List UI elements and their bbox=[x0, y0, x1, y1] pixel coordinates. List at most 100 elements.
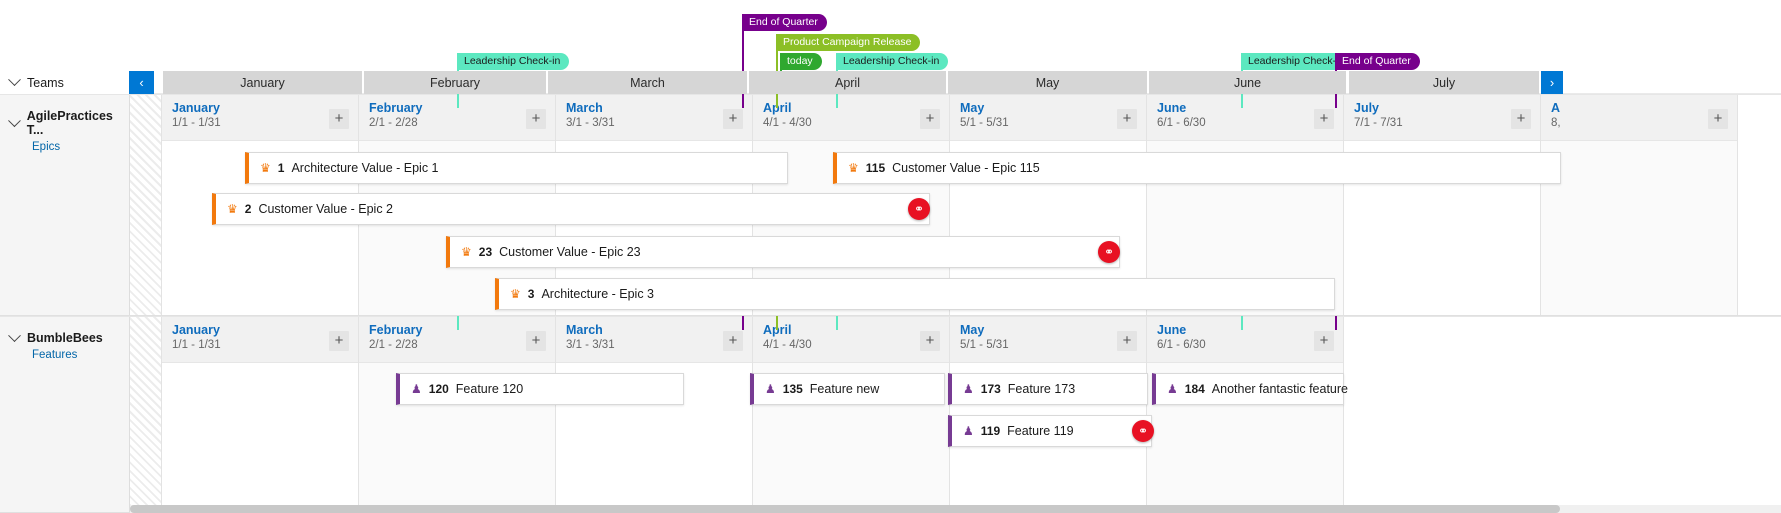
timeline-marker[interactable]: End of Quarter bbox=[742, 14, 827, 31]
add-work-item-button[interactable]: + bbox=[329, 109, 349, 129]
scroll-right-button[interactable]: › bbox=[1541, 71, 1563, 94]
work-item-title: Customer Value - Epic 23 bbox=[499, 245, 641, 259]
month-header-label: June bbox=[1233, 75, 1262, 90]
team-name-row[interactable]: AgilePractices T... bbox=[8, 109, 129, 137]
scrollbar-thumb[interactable] bbox=[130, 505, 1560, 513]
add-work-item-button[interactable]: + bbox=[1117, 109, 1137, 129]
iteration-name: July bbox=[1354, 101, 1380, 115]
iteration-lane: A 8, + bbox=[1541, 95, 1738, 315]
work-item-title: Architecture - Epic 3 bbox=[541, 287, 654, 301]
feature-card[interactable]: ♟ 173 Feature 173 bbox=[948, 373, 1148, 405]
work-item-id: 115 bbox=[865, 161, 886, 175]
add-work-item-button[interactable]: + bbox=[1314, 331, 1334, 351]
marker-label: Leadership Check-in bbox=[843, 55, 940, 67]
iteration-header: June 6/1 - 6/30 + bbox=[1147, 95, 1343, 141]
work-item-id: 23 bbox=[478, 245, 493, 259]
timeline-marker[interactable]: Product Campaign Release bbox=[776, 34, 921, 51]
timeline-marker[interactable]: End of Quarter bbox=[1335, 53, 1420, 70]
marker-label: Leadership Check-in bbox=[464, 55, 561, 67]
team-backlog-level-link[interactable]: Epics bbox=[32, 141, 129, 153]
add-work-item-button[interactable]: + bbox=[526, 109, 546, 129]
iteration-lane: March 3/1 - 3/31 + bbox=[556, 317, 753, 512]
add-work-item-button[interactable]: + bbox=[329, 331, 349, 351]
iteration-name: A bbox=[1551, 101, 1561, 115]
dependency-badge[interactable]: ⚭ bbox=[1098, 241, 1120, 263]
timeline-marker[interactable]: Leadership Check-in bbox=[836, 53, 949, 70]
marker-guide-tick bbox=[836, 94, 838, 108]
epic-card[interactable]: ♛ 1 Architecture Value - Epic 1 bbox=[245, 152, 788, 184]
trophy-icon: ♟ bbox=[963, 424, 974, 438]
add-work-item-button[interactable]: + bbox=[723, 331, 743, 351]
dependency-badge[interactable]: ⚭ bbox=[1132, 420, 1154, 442]
work-item-title: Customer Value - Epic 2 bbox=[258, 202, 393, 216]
iteration-name: February bbox=[369, 323, 423, 337]
trophy-icon: ♟ bbox=[1167, 382, 1178, 396]
work-item-id: 2 bbox=[244, 202, 252, 216]
crown-icon: ♛ bbox=[227, 202, 238, 216]
month-header-january[interactable]: January bbox=[163, 71, 362, 94]
iteration-date-range: 6/1 - 6/30 bbox=[1157, 339, 1206, 351]
add-work-item-button[interactable]: + bbox=[526, 331, 546, 351]
marker-label: Leadership Check-in bbox=[1248, 55, 1345, 67]
marker-guide-tick bbox=[836, 316, 838, 330]
iteration-date-range: 4/1 - 4/30 bbox=[763, 117, 812, 129]
marker-guide-tick bbox=[776, 316, 778, 330]
feature-card[interactable]: ♟ 184 Another fantastic feature bbox=[1152, 373, 1348, 405]
month-header-label: April bbox=[834, 75, 860, 90]
month-header-february[interactable]: February bbox=[364, 71, 546, 94]
add-work-item-button[interactable]: + bbox=[1117, 331, 1137, 351]
add-work-item-button[interactable]: + bbox=[723, 109, 743, 129]
add-work-item-button[interactable]: + bbox=[920, 109, 940, 129]
epic-card[interactable]: ♛ 23 Customer Value - Epic 23 bbox=[446, 236, 1120, 268]
feature-card[interactable]: ♟ 120 Feature 120 bbox=[396, 373, 684, 405]
timeline-marker[interactable]: today bbox=[780, 53, 822, 70]
month-header-july[interactable]: July bbox=[1349, 71, 1539, 94]
iteration-name: May bbox=[960, 323, 985, 337]
dependency-link-icon: ⚭ bbox=[1137, 424, 1149, 438]
crown-icon: ♛ bbox=[461, 245, 472, 259]
iteration-date-range: 3/1 - 3/31 bbox=[566, 117, 615, 129]
iteration-header: March 3/1 - 3/31 + bbox=[556, 95, 752, 141]
feature-card[interactable]: ♟ 135 Feature new bbox=[750, 373, 945, 405]
iteration-name: May bbox=[960, 101, 985, 115]
work-item-title: Customer Value - Epic 115 bbox=[892, 161, 1040, 175]
month-header-june[interactable]: June bbox=[1149, 71, 1346, 94]
team-name-row[interactable]: BumbleBees bbox=[8, 328, 129, 345]
work-item-id: 1 bbox=[277, 161, 285, 175]
add-work-item-button[interactable]: + bbox=[1511, 109, 1531, 129]
team-name: AgilePractices T... bbox=[26, 109, 113, 137]
horizontal-scrollbar[interactable] bbox=[130, 505, 1781, 513]
team-backlog-level-link[interactable]: Features bbox=[32, 349, 129, 361]
chevron-down-icon bbox=[8, 113, 21, 127]
epic-card[interactable]: ♛ 3 Architecture - Epic 3 bbox=[495, 278, 1335, 310]
iteration-name: February bbox=[369, 101, 423, 115]
work-item-title: Feature 173 bbox=[1007, 382, 1076, 396]
month-header-may[interactable]: May bbox=[948, 71, 1147, 94]
team-label-pane: AgilePractices T... Epics bbox=[0, 95, 130, 315]
teams-column-header[interactable]: Teams bbox=[0, 71, 130, 94]
marker-guide-tick bbox=[1335, 316, 1337, 330]
marker-guide-tick bbox=[776, 94, 778, 108]
add-work-item-button[interactable]: + bbox=[920, 331, 940, 351]
iteration-header: July 7/1 - 7/31 + bbox=[1344, 95, 1540, 141]
add-work-item-button[interactable]: + bbox=[1314, 109, 1334, 129]
teams-label: Teams bbox=[27, 75, 64, 90]
iteration-date-range: 5/1 - 5/31 bbox=[960, 117, 1009, 129]
month-header-label: March bbox=[630, 75, 665, 90]
feature-card[interactable]: ♟ 119 Feature 119 bbox=[948, 415, 1152, 447]
epic-card[interactable]: ♛ 115 Customer Value - Epic 115 bbox=[833, 152, 1561, 184]
work-item-id: 119 bbox=[980, 424, 1001, 438]
month-header-march[interactable]: March bbox=[548, 71, 747, 94]
trophy-icon: ♟ bbox=[963, 382, 974, 396]
epic-card[interactable]: ♛ 2 Customer Value - Epic 2 bbox=[212, 193, 930, 225]
iteration-date-range: 6/1 - 6/30 bbox=[1157, 117, 1206, 129]
timeline-marker[interactable]: Leadership Check-in bbox=[457, 53, 570, 70]
scroll-left-button[interactable]: ‹ bbox=[129, 71, 154, 94]
chevron-down-icon bbox=[8, 73, 21, 87]
month-header-april[interactable]: April bbox=[749, 71, 946, 94]
marker-label: End of Quarter bbox=[749, 16, 818, 28]
dependency-badge[interactable]: ⚭ bbox=[908, 198, 930, 220]
add-work-item-button[interactable]: + bbox=[1708, 109, 1728, 129]
work-item-title: Feature 119 bbox=[1007, 424, 1074, 438]
iteration-lane: July 7/1 - 7/31 + bbox=[1344, 95, 1541, 315]
